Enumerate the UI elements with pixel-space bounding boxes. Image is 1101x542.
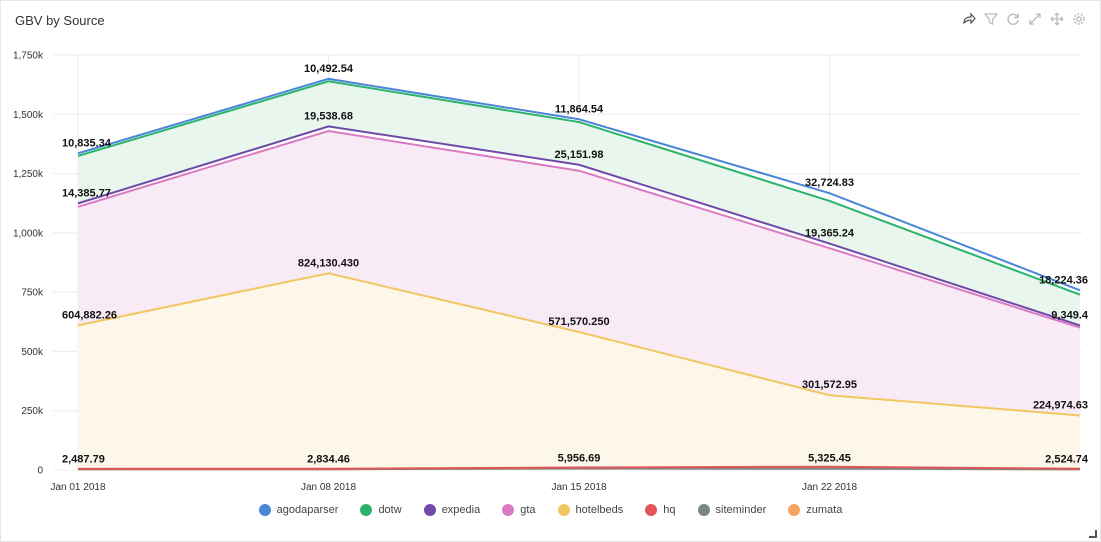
legend-item-gta[interactable]: gta: [502, 504, 536, 516]
resize-handle[interactable]: [1089, 530, 1097, 538]
legend-label: agodaparser: [276, 504, 339, 516]
data-label-zumata: 2,524.74: [1045, 453, 1089, 465]
y-tick-label: 250k: [21, 406, 44, 417]
chart-panel: GBV by Source 0 250k 500k 750k 1,000k 1,250k 1…: [0, 0, 1101, 542]
data-label-hotelbeds: 604,882.26: [62, 309, 117, 321]
data-label-zumata: 5,325.45: [808, 453, 851, 465]
legend-item-hq[interactable]: hq: [645, 504, 676, 516]
legend-swatch: [360, 504, 373, 516]
x-tick-label: Jan 01 2018: [50, 482, 105, 493]
legend-item-expedia[interactable]: expedia: [423, 504, 481, 516]
legend-item-zumata[interactable]: zumata: [788, 504, 842, 516]
data-label-zumata: 2,487.79: [62, 453, 105, 465]
legend-label: gta: [520, 504, 536, 516]
data-label-zumata: 5,956.69: [558, 453, 601, 465]
data-label-agodaparser: 10,492.54: [304, 63, 354, 75]
legend-item-dotw[interactable]: dotw: [360, 504, 402, 516]
y-tick-label: 500k: [21, 347, 44, 358]
legend-swatch: [423, 504, 436, 516]
y-tick-label: 0: [37, 466, 43, 477]
legend-label: hq: [663, 504, 676, 516]
y-axis-ticks: 0 250k 500k 750k 1,000k 1,250k 1,500k 1,750k: [13, 51, 44, 477]
legend-swatch: [697, 504, 710, 516]
legend-swatch: [502, 504, 515, 516]
data-label-expedia: 19,365.24: [805, 228, 855, 240]
data-label-agodaparser: 18,224.36: [1039, 274, 1088, 286]
chart-legend: agodaparser dotw expedia gta hotelbeds hq site…: [1, 504, 1100, 516]
legend-label: hotelbeds: [575, 504, 624, 516]
data-label-expedia: 9,349.4: [1051, 309, 1089, 321]
data-label-hotelbeds: 571,570.250: [548, 316, 609, 328]
legend-swatch: [557, 504, 570, 516]
legend-item-hotelbeds[interactable]: hotelbeds: [557, 504, 624, 516]
data-label-agodaparser: 32,724.83: [805, 177, 854, 189]
y-tick-label: 1,750k: [13, 51, 44, 62]
legend-label: dotw: [378, 504, 402, 516]
x-tick-label: Jan 08 2018: [301, 482, 356, 493]
x-tick-label: Jan 15 2018: [551, 482, 606, 493]
y-tick-label: 750k: [21, 288, 44, 299]
legend-label: zumata: [806, 504, 843, 516]
data-label-hotelbeds: 824,130.430: [298, 257, 359, 269]
legend-label: expedia: [441, 504, 481, 516]
area-layer: [78, 81, 1080, 469]
legend-swatch: [788, 504, 801, 516]
data-label-expedia: 25,151.98: [555, 149, 604, 161]
y-tick-label: 1,000k: [13, 228, 44, 239]
legend-item-siteminder[interactable]: siteminder: [697, 504, 767, 516]
data-label-agodaparser: 11,864.54: [555, 103, 604, 115]
legend-label: siteminder: [715, 504, 767, 516]
data-label-agodaparser: 10,835.34: [62, 137, 112, 149]
y-tick-label: 1,500k: [13, 110, 44, 121]
x-axis-ticks: Jan 01 2018 Jan 08 2018 Jan 15 2018 Jan 22 …: [50, 482, 857, 493]
data-label-expedia: 14,385.77: [62, 187, 111, 199]
data-label-expedia: 19,538.68: [304, 110, 353, 122]
y-tick-label: 1,250k: [13, 169, 44, 180]
legend-swatch: [645, 504, 658, 516]
data-label-hotelbeds: 224,974.63: [1033, 399, 1088, 411]
data-label-zumata: 2,834.46: [307, 453, 350, 465]
legend-swatch: [258, 504, 271, 516]
legend-item-agodaparser[interactable]: agodaparser: [258, 504, 339, 516]
x-tick-label: Jan 22 2018: [802, 482, 857, 493]
data-label-hotelbeds: 301,572.95: [802, 379, 857, 391]
area-chart: 0 250k 500k 750k 1,000k 1,250k 1,500k 1,750k Ja…: [13, 51, 1089, 494]
